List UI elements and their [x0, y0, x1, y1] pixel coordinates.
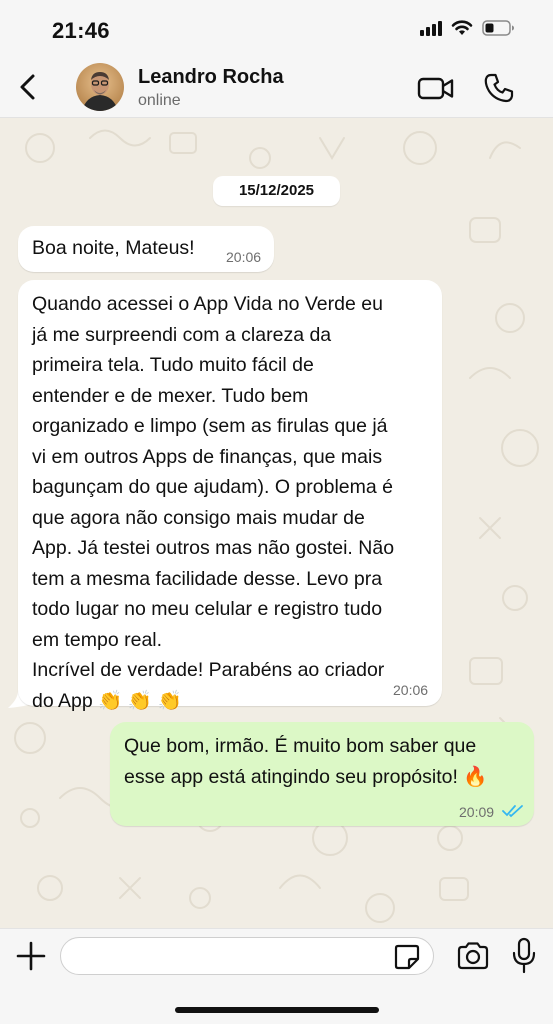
camera-icon[interactable]: [456, 941, 490, 971]
sticker-icon[interactable]: [393, 943, 421, 971]
message-bubble-incoming[interactable]: Quando acessei o App Vida no Verde eu já…: [18, 280, 442, 712]
phone-icon[interactable]: [482, 71, 516, 105]
avatar[interactable]: [76, 63, 124, 111]
avatar-image: [76, 63, 124, 111]
cellular-signal-icon: [420, 20, 442, 36]
date-separator: 15/12/2025: [213, 176, 340, 206]
message-time: 20:06: [393, 682, 429, 698]
message-time: 20:09: [459, 804, 495, 820]
contact-name[interactable]: Leandro Rocha: [138, 66, 284, 89]
message-text: Quando acessei o App Vida no Verde eu já…: [32, 293, 395, 712]
plus-icon[interactable]: [14, 939, 48, 973]
contact-status: online: [138, 92, 181, 109]
message-text: Boa noite, Mateus!: [32, 237, 195, 259]
double-check-icon: [502, 805, 523, 818]
message-bubble-outgoing[interactable]: Que bom, irmão. É muito bom saber que es…: [110, 722, 534, 826]
message-bubble-incoming[interactable]: Boa noite, Mateus! 20:06: [18, 226, 274, 272]
status-bar: 21:46: [0, 0, 553, 56]
message-text: Que bom, irmão. É muito bom saber que es…: [124, 735, 488, 788]
microphone-icon[interactable]: [511, 937, 537, 975]
chat-header: Leandro Rocha online: [0, 56, 553, 118]
video-call-icon[interactable]: [417, 73, 455, 103]
status-time: 21:46: [52, 18, 110, 43]
back-chevron-icon[interactable]: [14, 70, 44, 104]
message-time: 20:06: [226, 249, 262, 265]
chat-area[interactable]: 15/12/2025 Boa noite, Mateus! 20:06 Quan…: [0, 118, 553, 928]
message-input[interactable]: [60, 937, 434, 975]
wifi-icon: [451, 20, 473, 35]
message-input-bar: [0, 928, 553, 1024]
status-icons: [420, 20, 515, 36]
battery-icon: [482, 20, 514, 36]
home-indicator[interactable]: [175, 1007, 379, 1013]
